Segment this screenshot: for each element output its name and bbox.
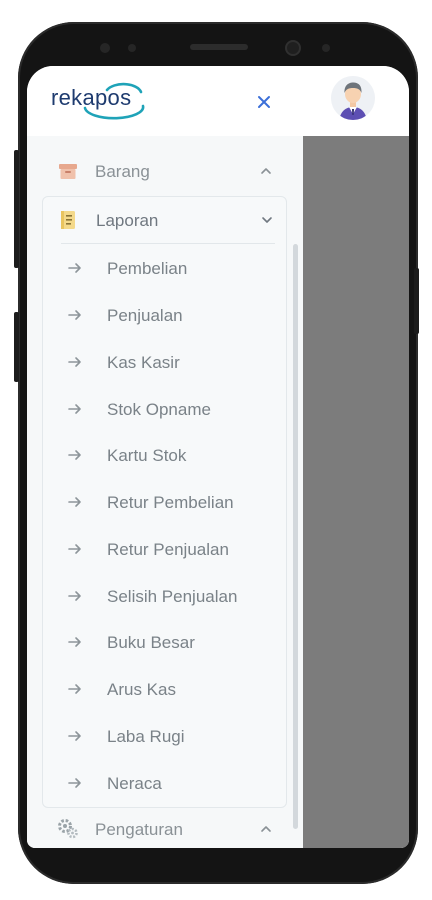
submenu-item-label: Pembelian: [107, 259, 188, 278]
menu-group-barang[interactable]: Barang: [27, 148, 303, 194]
report-icon: [57, 209, 79, 231]
laporan-submenu-panel: Laporan Pembelian Penjualan Kas Kasir St…: [42, 196, 287, 808]
chevron-up-icon: [259, 822, 273, 836]
phone-volume-button: [14, 150, 19, 268]
submenu-item-label: Stok Opname: [107, 400, 211, 419]
chevron-up-icon: [259, 164, 273, 178]
arrow-right-icon: [67, 261, 83, 275]
submenu-item-selisih-penjualan[interactable]: Selisih Penjualan: [43, 576, 286, 616]
divider: [61, 243, 275, 244]
submenu-item-buku-besar[interactable]: Buku Besar: [43, 622, 286, 662]
arrow-right-icon: [67, 495, 83, 509]
menu-group-laporan[interactable]: Laporan: [43, 197, 286, 243]
phone-sensor: [322, 44, 330, 52]
menu-group-pengaturan[interactable]: Pengaturan: [27, 806, 303, 848]
submenu-item-retur-pembelian[interactable]: Retur Pembelian: [43, 482, 286, 522]
phone-front-camera: [287, 42, 299, 54]
submenu-item-kas-kasir[interactable]: Kas Kasir: [43, 342, 286, 382]
drawer-scrollbar[interactable]: [293, 244, 298, 829]
submenu-item-label: Retur Pembelian: [107, 493, 234, 512]
app-screen: rekapos Barang Laporan Pembelian Penjual…: [27, 66, 409, 848]
submenu-item-label: Kartu Stok: [107, 446, 187, 465]
app-header: rekapos: [27, 66, 409, 136]
phone-sensor: [128, 44, 136, 52]
submenu-item-label: Retur Penjualan: [107, 540, 229, 559]
phone-side-button: [14, 312, 19, 382]
user-avatar[interactable]: [331, 76, 375, 120]
menu-group-label: Pengaturan: [95, 820, 183, 839]
arrow-right-icon: [67, 729, 83, 743]
arrow-right-icon: [67, 776, 83, 790]
user-avatar-icon: [331, 76, 375, 120]
arrow-right-icon: [67, 635, 83, 649]
submenu-item-laba-rugi[interactable]: Laba Rugi: [43, 716, 286, 756]
menu-group-label: Laporan: [96, 211, 159, 230]
navigation-drawer: Barang Laporan Pembelian Penjualan Kas K…: [27, 136, 303, 848]
submenu-item-neraca[interactable]: Neraca: [43, 763, 286, 803]
submenu-item-label: Penjualan: [107, 306, 183, 325]
arrow-right-icon: [67, 589, 83, 603]
rekapos-logo: rekapos: [49, 80, 151, 120]
chevron-down-icon: [260, 213, 274, 227]
gear-icon: [57, 818, 79, 840]
submenu-item-pembelian[interactable]: Pembelian: [43, 248, 286, 288]
arrow-right-icon: [67, 448, 83, 462]
phone-speaker: [190, 44, 248, 50]
phone-sensor: [100, 43, 110, 53]
drawer-backdrop-overlay[interactable]: [303, 136, 409, 848]
arrow-right-icon: [67, 542, 83, 556]
submenu-item-retur-penjualan[interactable]: Retur Penjualan: [43, 529, 286, 569]
arrow-right-icon: [67, 308, 83, 322]
submenu-item-label: Selisih Penjualan: [107, 587, 238, 606]
submenu-item-label: Buku Besar: [107, 633, 195, 652]
submenu-item-label: Neraca: [107, 774, 162, 793]
box-icon: [57, 160, 79, 182]
close-icon: [258, 96, 270, 108]
submenu-item-stok-opname[interactable]: Stok Opname: [43, 389, 286, 429]
submenu-item-label: Laba Rugi: [107, 727, 185, 746]
arrow-right-icon: [67, 682, 83, 696]
phone-power-button: [414, 268, 419, 334]
menu-group-label: Barang: [95, 162, 150, 181]
submenu-item-penjualan[interactable]: Penjualan: [43, 295, 286, 335]
arrow-right-icon: [67, 355, 83, 369]
submenu-item-arus-kas[interactable]: Arus Kas: [43, 669, 286, 709]
logo-text: rekapos: [51, 85, 131, 110]
submenu-item-label: Arus Kas: [107, 680, 176, 699]
arrow-right-icon: [67, 402, 83, 416]
submenu-item-kartu-stok[interactable]: Kartu Stok: [43, 435, 286, 475]
close-drawer-button[interactable]: [253, 91, 275, 113]
submenu-item-label: Kas Kasir: [107, 353, 180, 372]
